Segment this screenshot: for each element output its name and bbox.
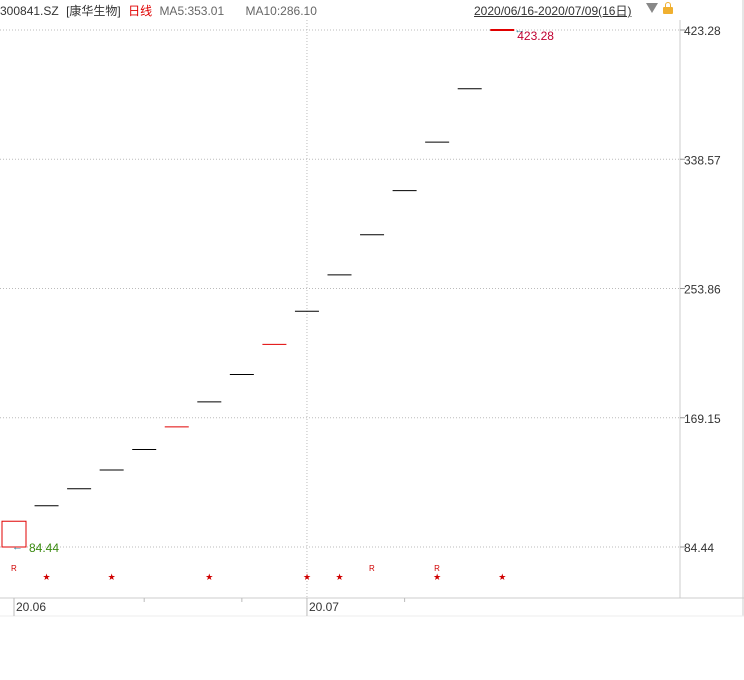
x-tick-label: 20.06 <box>16 600 46 614</box>
kline-chart: 300841.SZ [康华生物] 日线 MA5:353.01 MA10:286.… <box>0 0 744 680</box>
star-marker-icon: ★ <box>43 572 51 582</box>
r-marker: R <box>11 564 17 573</box>
y-tick-label: 338.57 <box>684 153 721 167</box>
y-tick-label: 253.86 <box>684 283 721 297</box>
star-marker-icon: ★ <box>205 572 213 582</box>
star-marker-icon: ★ <box>433 572 441 582</box>
x-tick-label: 20.07 <box>309 600 339 614</box>
star-marker-icon: ★ <box>498 572 506 582</box>
r-marker: R <box>369 564 375 573</box>
y-tick-label: 423.28 <box>684 24 721 38</box>
min-arrow-icon: ← <box>12 541 23 553</box>
y-tick-label: 84.44 <box>684 541 714 555</box>
star-marker-icon: ★ <box>336 572 344 582</box>
max-price-label: 423.28 <box>517 29 554 43</box>
min-price-label: 84.44 <box>29 541 59 555</box>
chart-canvas: 423.28 338.57 253.86 169.15 84.44 20.06 20.07 ←… <box>0 0 744 617</box>
y-tick-label: 169.15 <box>684 412 721 426</box>
star-marker-icon: ★ <box>108 572 116 582</box>
star-marker-icon: ★ <box>303 572 311 582</box>
